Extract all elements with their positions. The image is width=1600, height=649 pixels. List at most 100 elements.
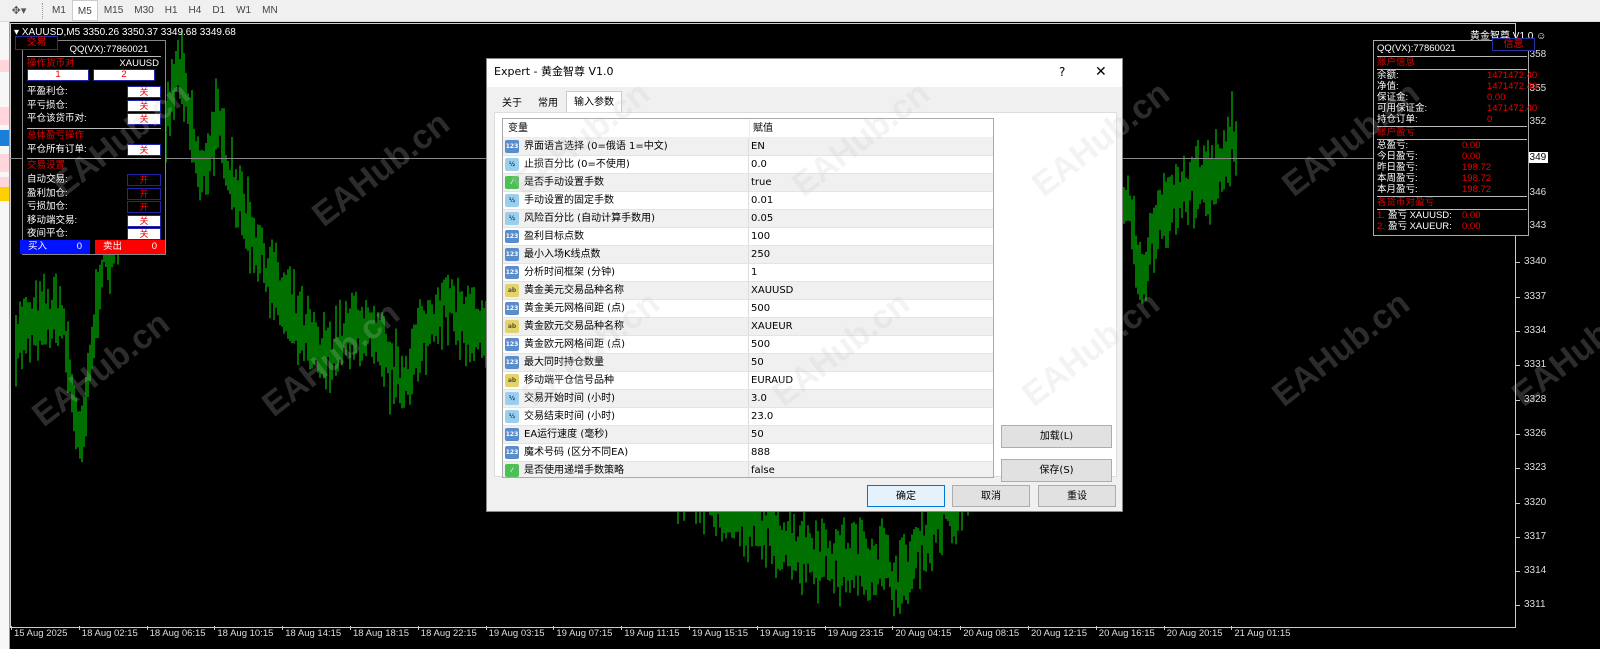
- table-row[interactable]: ½ 风险百分比 (自动计算手数用) 0.05: [503, 210, 993, 228]
- table-row[interactable]: ½ 交易开始时间 (小时) 3.0: [503, 390, 993, 408]
- param-value[interactable]: EN: [749, 138, 765, 155]
- toggle-button[interactable]: 关: [127, 143, 161, 156]
- table-row[interactable]: ⁄ 是否使用递增手数策略 false: [503, 462, 993, 477]
- param-value[interactable]: 1: [749, 264, 757, 281]
- table-row[interactable]: 123 魔术号码 (区分不同EA) 888: [503, 444, 993, 462]
- table-row[interactable]: ½ 交易结束时间 (小时) 23.0: [503, 408, 993, 426]
- table-row[interactable]: 123 EA运行速度 (毫秒) 50: [503, 426, 993, 444]
- param-name: 黄金欧元网格间距 (点): [524, 339, 625, 350]
- param-value[interactable]: 0.0: [749, 156, 767, 173]
- table-row[interactable]: ab 黄金美元交易品种名称 XAUUSD: [503, 282, 993, 300]
- cancel-button[interactable]: 取消: [952, 485, 1030, 507]
- setting-label: 平亏损仓:: [27, 99, 68, 111]
- table-row[interactable]: 123 最大同时持仓数量 50: [503, 354, 993, 372]
- trade-panel: QQ(VX):77860021 操作货币对 XAUUSD 1 2 平盈利仓: 关平亏…: [22, 40, 166, 255]
- setting-row: 平盈利仓: 关: [27, 85, 161, 99]
- timeframe-mn[interactable]: MN: [257, 0, 283, 21]
- timeframe-w1[interactable]: W1: [231, 0, 256, 21]
- int-type-icon: 123: [505, 338, 519, 351]
- price-tick-label: 3314: [1515, 565, 1547, 576]
- param-value[interactable]: 100: [749, 228, 770, 245]
- price-tick-label: 3326: [1515, 428, 1547, 439]
- table-row[interactable]: ⁄ 是否手动设置手数 true: [503, 174, 993, 192]
- price-tick-label: 3337: [1515, 291, 1547, 302]
- toggle-button[interactable]: 关: [127, 113, 161, 125]
- param-value[interactable]: 250: [749, 246, 770, 263]
- table-row[interactable]: ab 黄金欧元交易品种名称 XAUEUR: [503, 318, 993, 336]
- table-row[interactable]: 123 盈利目标点数 100: [503, 228, 993, 246]
- row-number: 2.: [1377, 221, 1385, 232]
- crosshair-tools-icon[interactable]: ✥▾: [0, 0, 38, 22]
- pair-2-button[interactable]: 2: [93, 69, 155, 81]
- timeframe-m5[interactable]: M5: [71, 0, 98, 21]
- param-value[interactable]: 0.05: [749, 210, 773, 227]
- table-row[interactable]: 123 黄金美元网格间距 (点) 500: [503, 300, 993, 318]
- toggle-button[interactable]: 关: [127, 214, 161, 227]
- toggle-button[interactable]: 关: [127, 86, 161, 98]
- parameters-table[interactable]: 变量 赋值 123 界面语言选择 (0=俄语 1=中文) EN ½ 止损百分比 (0=不使…: [502, 118, 994, 478]
- tab-2[interactable]: 输入参数: [566, 91, 622, 112]
- toggle-button[interactable]: 开: [127, 187, 161, 200]
- param-value[interactable]: 0.01: [749, 192, 773, 209]
- sell-button[interactable]: 卖出 0: [95, 240, 165, 254]
- int-type-icon: 123: [505, 446, 519, 459]
- toggle-button[interactable]: 关: [127, 99, 161, 112]
- tab-1[interactable]: 常用: [530, 93, 566, 112]
- param-name: 盈利目标点数: [524, 231, 584, 242]
- info-tab-button[interactable]: 信息: [1492, 38, 1535, 51]
- dbl-type-icon: ½: [505, 410, 519, 423]
- table-row[interactable]: 123 界面语言选择 (0=俄语 1=中文) EN: [503, 138, 993, 156]
- table-row[interactable]: ab 移动端平仓信号品种 EURAUD: [503, 372, 993, 390]
- timeframe-d1[interactable]: D1: [207, 0, 230, 21]
- param-value[interactable]: 500: [749, 336, 770, 353]
- tab-0[interactable]: 关于: [494, 93, 530, 112]
- param-value[interactable]: 23.0: [749, 408, 773, 425]
- param-name-cell: 123 界面语言选择 (0=俄语 1=中文): [503, 138, 749, 155]
- timeframe-h4[interactable]: H4: [184, 0, 207, 21]
- time-tick-label: 18 Aug 18:15: [350, 626, 409, 639]
- price-tick-label: 3331: [1515, 359, 1547, 370]
- param-name-cell: ½ 交易结束时间 (小时): [503, 408, 749, 425]
- table-row[interactable]: 123 分析时间框架 (分钟) 1: [503, 264, 993, 282]
- table-header: 变量 赋值: [503, 119, 993, 138]
- param-value[interactable]: false: [749, 462, 775, 477]
- reset-button[interactable]: 重设: [1038, 485, 1116, 507]
- ok-button[interactable]: 确定: [867, 485, 945, 507]
- param-value[interactable]: EURAUD: [749, 372, 793, 389]
- param-value[interactable]: 500: [749, 300, 770, 317]
- param-value[interactable]: 50: [749, 354, 764, 371]
- timeframe-h1[interactable]: H1: [160, 0, 183, 21]
- setting-label: 平盈利仓:: [27, 86, 68, 97]
- table-row[interactable]: ½ 手动设置的固定手数 0.01: [503, 192, 993, 210]
- time-tick-label: 19 Aug 07:15: [553, 626, 613, 639]
- toggle-button[interactable]: 开: [127, 174, 161, 186]
- timeframe-m15[interactable]: M15: [99, 0, 128, 21]
- buy-button[interactable]: 买入 0: [20, 240, 90, 254]
- pair-1-button[interactable]: 1: [27, 69, 89, 81]
- table-row[interactable]: 123 最小入场K线点数 250: [503, 246, 993, 264]
- time-tick-label: 20 Aug 16:15: [1095, 626, 1155, 639]
- param-name-cell: 123 EA运行速度 (毫秒): [503, 426, 749, 443]
- close-icon[interactable]: ✕: [1095, 59, 1107, 85]
- param-value[interactable]: 3.0: [749, 390, 767, 407]
- toggle-button[interactable]: 开: [127, 201, 161, 213]
- param-value[interactable]: 50: [749, 426, 764, 443]
- save-button[interactable]: 保存(S): [1001, 459, 1112, 482]
- setting-row: 平仓该货币对: 关: [27, 112, 161, 126]
- section-title: 账户盈亏: [1377, 127, 1416, 138]
- param-value[interactable]: 888: [749, 444, 770, 461]
- time-axis[interactable]: 15 Aug 2025 18 Aug 02:15 18 Aug 06:15 18 Au…: [10, 626, 1516, 649]
- table-row[interactable]: ½ 止损百分比 (0=不使用) 0.0: [503, 156, 993, 174]
- timeframe-m1[interactable]: M1: [47, 0, 71, 21]
- param-value[interactable]: true: [749, 174, 772, 191]
- param-value[interactable]: XAUUSD: [749, 282, 793, 299]
- table-row[interactable]: 123 黄金欧元网格间距 (点) 500: [503, 336, 993, 354]
- load-button[interactable]: 加载(L): [1001, 425, 1112, 448]
- param-name: 手动设置的固定手数: [524, 195, 614, 206]
- setting-label: 平仓所有订单:: [27, 143, 87, 155]
- trade-tab-button[interactable]: 交易: [15, 36, 58, 50]
- timeframe-m30[interactable]: M30: [129, 0, 158, 21]
- help-button[interactable]: ?: [1059, 59, 1065, 85]
- toggle-button[interactable]: 关: [127, 228, 161, 240]
- param-value[interactable]: XAUEUR: [749, 318, 793, 335]
